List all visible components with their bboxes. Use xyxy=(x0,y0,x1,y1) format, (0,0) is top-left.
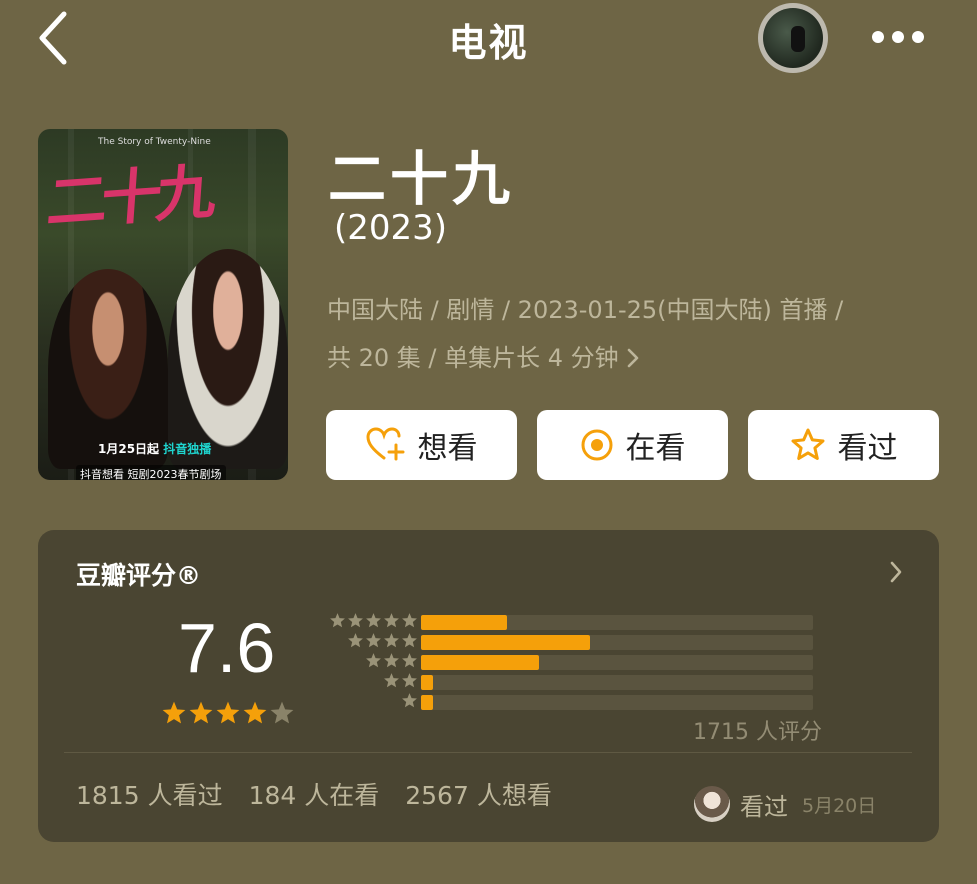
divider xyxy=(64,752,912,753)
star-small-icon xyxy=(348,633,363,648)
star-filled-icon xyxy=(243,701,267,724)
bar-track xyxy=(421,695,813,710)
bar-fill xyxy=(421,615,508,630)
meta-line-1: 中国大陆 / 剧情 / 2023-01-25(中国大陆) 首播 / xyxy=(327,296,844,324)
star-outline-icon xyxy=(791,428,824,460)
ellipsis-icon xyxy=(872,31,884,43)
bar-fill xyxy=(421,675,433,690)
chevron-right-icon xyxy=(627,348,638,368)
star-small-icon xyxy=(366,613,381,628)
heart-plus-icon xyxy=(365,427,404,461)
rating-card[interactable]: 豆瓣评分® 7.6 1715 人评分 1815 人看过 184 人在看 2567… xyxy=(38,530,939,842)
bar-fill xyxy=(421,655,539,670)
star-small-icon xyxy=(384,633,399,648)
star-small-icon xyxy=(402,633,417,648)
watched-button[interactable]: 看过 xyxy=(748,410,939,480)
star-small-icon xyxy=(366,653,381,668)
star-small-icon xyxy=(384,653,399,668)
star-row-label xyxy=(347,632,418,649)
score-stars xyxy=(161,700,295,726)
poster-image[interactable]: The Story of Twenty-Nine 二十九 1月25日起 抖音独播… xyxy=(38,129,288,480)
friend-status: 看过 xyxy=(740,792,788,821)
rating-title: 豆瓣评分® xyxy=(76,561,202,590)
star-small-icon xyxy=(384,673,399,688)
bar-fill xyxy=(421,695,433,710)
star-filled-icon xyxy=(216,701,240,724)
watched-label: 看过 xyxy=(837,431,898,466)
star-row-label xyxy=(365,652,418,669)
show-year: (2023) xyxy=(334,208,448,248)
poster-title-art: 二十九 xyxy=(44,157,213,239)
rating-score: 7.6 xyxy=(178,609,276,687)
bar-fill xyxy=(421,635,590,650)
star-empty-icon xyxy=(270,701,294,724)
top-bar: 电视 xyxy=(0,0,977,80)
bar-track xyxy=(421,655,813,670)
poster-figure xyxy=(168,249,288,469)
poster-release: 1月25日起 抖音独播 xyxy=(98,442,212,456)
more-button[interactable] xyxy=(872,26,932,48)
user-avatar[interactable] xyxy=(758,3,828,73)
bar-track xyxy=(421,615,813,630)
watched-count: 1815 人看过 xyxy=(76,781,223,810)
friend-avatar xyxy=(694,786,730,822)
chevron-right-icon[interactable] xyxy=(886,558,906,586)
star-row-label xyxy=(401,692,418,709)
star-small-icon xyxy=(348,613,363,628)
star-row-label xyxy=(329,612,418,629)
show-title: 二十九 xyxy=(328,145,515,213)
watching-label: 在看 xyxy=(625,431,686,466)
friend-activity[interactable]: 看过 5月20日 xyxy=(694,786,876,822)
meta-line-2: 共 20 集 / 单集片长 4 分钟 xyxy=(327,344,619,372)
watch-stats: 1815 人看过 184 人在看 2567 人想看 xyxy=(76,776,552,812)
want-to-watch-button[interactable]: 想看 xyxy=(326,410,517,480)
star-filled-icon xyxy=(162,701,186,724)
bar-track xyxy=(421,635,813,650)
star-small-icon xyxy=(402,613,417,628)
target-icon xyxy=(581,429,612,461)
star-filled-icon xyxy=(189,701,213,724)
star-small-icon xyxy=(402,693,417,708)
want-count: 2567 人想看 xyxy=(405,781,552,810)
show-meta[interactable]: 中国大陆 / 剧情 / 2023-01-25(中国大陆) 首播 / 共 20 集… xyxy=(327,286,937,382)
want-to-watch-label: 想看 xyxy=(417,431,478,466)
star-small-icon xyxy=(330,613,345,628)
watching-count: 184 人在看 xyxy=(248,781,380,810)
rating-count: 1715 人评分 xyxy=(693,720,822,745)
star-row-label xyxy=(383,672,418,689)
bar-track xyxy=(421,675,813,690)
page-title: 电视 xyxy=(448,21,529,65)
friend-date: 5月20日 xyxy=(802,794,877,817)
star-small-icon xyxy=(366,633,381,648)
poster-bottom-text: 抖音想看 短剧2023春节剧场 xyxy=(76,465,226,480)
poster-figure xyxy=(48,269,168,469)
star-small-icon xyxy=(384,613,399,628)
watching-button[interactable]: 在看 xyxy=(537,410,728,480)
star-small-icon xyxy=(402,673,417,688)
star-small-icon xyxy=(402,653,417,668)
